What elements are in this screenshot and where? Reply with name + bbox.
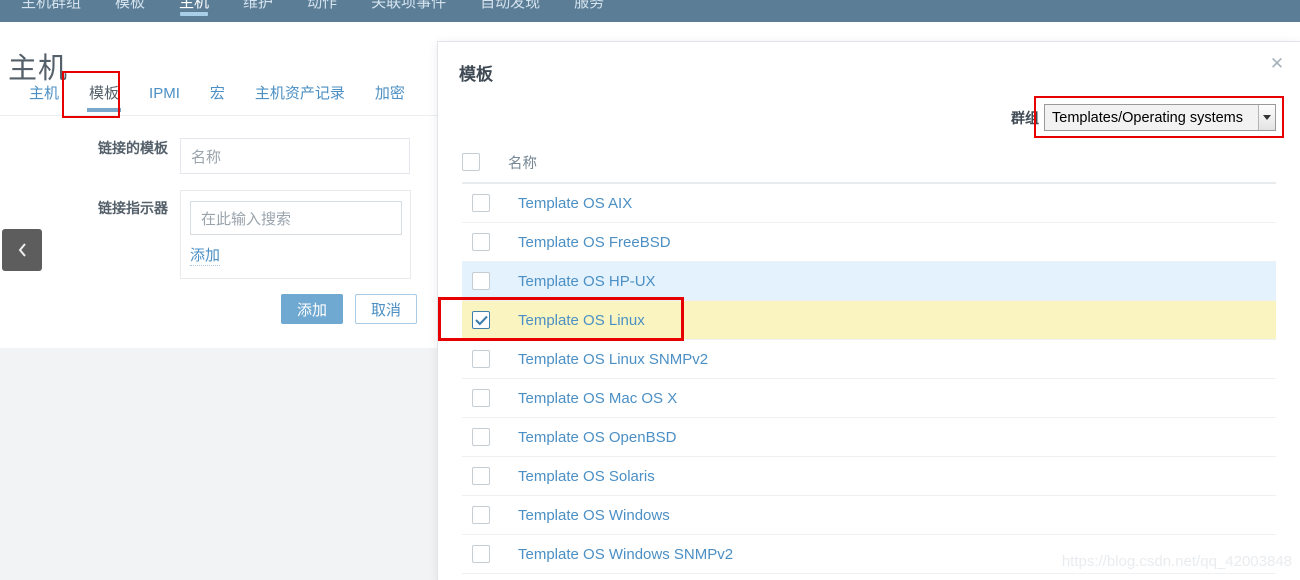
topnav-item-0[interactable]: 主机群组 bbox=[4, 0, 98, 18]
table-row[interactable]: Template OS Linux bbox=[462, 301, 1276, 340]
tab-1[interactable]: 模板 bbox=[74, 73, 134, 115]
row-checkbox[interactable] bbox=[472, 311, 490, 329]
group-filter-label: 群组 bbox=[1011, 109, 1039, 126]
form-action-buttons: 添加 取消 bbox=[281, 294, 417, 324]
row-checkbox[interactable] bbox=[472, 467, 490, 485]
topnav-item-4[interactable]: 动作 bbox=[290, 0, 354, 18]
row-checkbox[interactable] bbox=[472, 233, 490, 251]
group-select-value: Templates/Operating systems bbox=[1052, 109, 1243, 126]
group-filter: 群组 Templates/Operating systems bbox=[1011, 104, 1276, 131]
template-name-link[interactable]: Template OS Windows SNMPv2 bbox=[518, 546, 733, 563]
row-checkbox[interactable] bbox=[472, 350, 490, 368]
form-tab-strip: 主机 模板 IPMI 宏主机资产记录 加密 bbox=[0, 72, 420, 115]
table-row[interactable]: Template OS Mac OS X bbox=[462, 379, 1276, 418]
add-template-link[interactable]: 添加 bbox=[190, 247, 221, 266]
group-select[interactable]: Templates/Operating systems bbox=[1044, 104, 1276, 131]
close-icon[interactable]: ✕ bbox=[1264, 50, 1290, 76]
chevron-left-icon bbox=[17, 242, 28, 258]
template-list-rows: Template OS AIX Template OS FreeBSD Templa… bbox=[462, 184, 1276, 574]
tab-3[interactable]: 宏 bbox=[195, 73, 240, 115]
topnav-item-3[interactable]: 维护 bbox=[226, 0, 290, 18]
table-row[interactable]: Template OS Linux SNMPv2 bbox=[462, 340, 1276, 379]
link-indicator-row: 链接指示器 在此输入搜索 添加 bbox=[0, 190, 411, 279]
linked-templates-label: 链接的模板 bbox=[98, 140, 168, 156]
table-row[interactable]: Template OS HP-UX bbox=[462, 262, 1276, 301]
template-name-link[interactable]: Template OS OpenBSD bbox=[518, 429, 676, 446]
select-all-checkbox[interactable] bbox=[462, 153, 480, 171]
template-picker-dialog: 模板 ✕ 群组 Templates/Operating systems 名称 T… bbox=[438, 42, 1300, 580]
template-name-link[interactable]: Template OS Linux SNMPv2 bbox=[518, 351, 708, 368]
search-input[interactable]: 在此输入搜索 bbox=[190, 201, 402, 235]
cancel-button[interactable]: 取消 bbox=[355, 294, 417, 324]
table-row[interactable]: Template OS FreeBSD bbox=[462, 223, 1276, 262]
column-header-name: 名称 bbox=[508, 155, 537, 172]
topnav-item-6[interactable]: 自动发现 bbox=[463, 0, 557, 18]
tab-0[interactable]: 主机 bbox=[14, 73, 74, 115]
template-name-link[interactable]: Template OS HP-UX bbox=[518, 273, 656, 290]
tab-2[interactable]: IPMI bbox=[134, 73, 195, 115]
table-row[interactable]: Template OS Solaris bbox=[462, 457, 1276, 496]
top-navigation-bar: 主机群组 模板 主机 维护 动作 关联项事件 自动发现 服务 bbox=[0, 0, 1300, 22]
linked-templates-row: 链接的模板 名称 bbox=[0, 138, 410, 174]
topnav-item-1[interactable]: 模板 bbox=[98, 0, 162, 18]
template-name-link[interactable]: Template OS FreeBSD bbox=[518, 234, 671, 251]
topnav-item-2[interactable]: 主机 bbox=[162, 0, 226, 18]
search-input-placeholder: 在此输入搜索 bbox=[201, 210, 292, 228]
template-name-link[interactable]: Template OS Mac OS X bbox=[518, 390, 677, 407]
row-checkbox[interactable] bbox=[472, 545, 490, 563]
link-indicator-box: 在此输入搜索 添加 bbox=[180, 190, 411, 279]
chevron-down-icon bbox=[1258, 105, 1275, 130]
template-name-link[interactable]: Template OS Windows bbox=[518, 507, 670, 524]
tab-4[interactable]: 主机资产记录 bbox=[240, 73, 360, 115]
screen-root: 主机群组 模板 主机 维护 动作 关联项事件 自动发现 服务 主机 主机 模板 IPMI 宏主机资产… bbox=[0, 0, 1300, 580]
table-row[interactable]: Template OS OpenBSD bbox=[462, 418, 1276, 457]
topnav-item-7[interactable]: 服务 bbox=[557, 0, 621, 18]
row-checkbox[interactable] bbox=[472, 194, 490, 212]
table-row[interactable]: Template OS Windows bbox=[462, 496, 1276, 535]
link-indicator-label: 链接指示器 bbox=[98, 200, 168, 216]
linked-templates-input[interactable]: 名称 bbox=[180, 138, 410, 174]
row-checkbox[interactable] bbox=[472, 389, 490, 407]
watermark-text: https://blog.csdn.net/qq_42003848 bbox=[1061, 553, 1292, 570]
sidebar-collapse-button[interactable] bbox=[2, 229, 42, 271]
submit-button[interactable]: 添加 bbox=[281, 294, 343, 324]
row-checkbox[interactable] bbox=[472, 272, 490, 290]
top-navigation-items: 主机群组 模板 主机 维护 动作 关联项事件 自动发现 服务 bbox=[0, 0, 1300, 22]
linked-templates-placeholder: 名称 bbox=[191, 148, 222, 166]
template-name-link[interactable]: Template OS Solaris bbox=[518, 468, 655, 485]
template-name-link[interactable]: Template OS Linux bbox=[518, 312, 645, 329]
topnav-item-5[interactable]: 关联项事件 bbox=[354, 0, 463, 18]
row-checkbox[interactable] bbox=[472, 506, 490, 524]
tab-5[interactable]: 加密 bbox=[360, 73, 420, 115]
template-list-header: 名称 bbox=[462, 142, 1276, 184]
dialog-title: 模板 bbox=[459, 65, 493, 84]
template-name-link[interactable]: Template OS AIX bbox=[518, 195, 632, 212]
template-list: 名称 Template OS AIX Template OS FreeBSD Tem… bbox=[462, 142, 1276, 574]
row-checkbox[interactable] bbox=[472, 428, 490, 446]
table-row[interactable]: Template OS AIX bbox=[462, 184, 1276, 223]
